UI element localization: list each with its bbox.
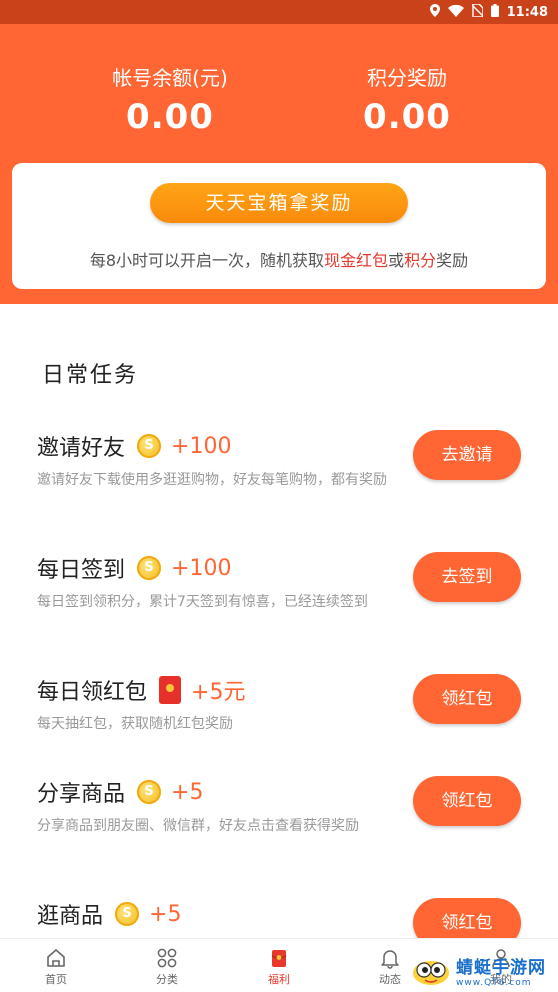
- task-reward: +5: [149, 901, 182, 927]
- invite-button[interactable]: 去邀请: [413, 430, 521, 480]
- coin-icon: S: [137, 780, 162, 804]
- task-reward: +5元: [191, 680, 246, 705]
- task-browse-products: 逛商品 S +5 领红包: [0, 898, 558, 938]
- tab-label: 首页: [45, 973, 67, 986]
- task-description: 分享商品到朋友圈、微信群，好友点击查看获得奖励: [37, 818, 359, 834]
- task-reward: +100: [171, 433, 232, 459]
- watermark-text: 蜻蜓手游网 www.QT6.com: [456, 953, 546, 988]
- watermark-url: www.QT6.com: [456, 977, 532, 988]
- tab-label: 福利: [268, 973, 290, 986]
- claim-red-packet-button[interactable]: 领红包: [413, 674, 521, 724]
- task-title: 每日签到: [37, 558, 126, 583]
- home-icon: [45, 947, 67, 969]
- task-invite-friends: 邀请好友 S +100 邀请好友下载使用多逛逛购物，好友每笔购物，都有奖励 去邀…: [0, 430, 558, 550]
- task-reward: +5: [171, 779, 204, 805]
- checkin-button[interactable]: 去签到: [413, 552, 521, 602]
- task-title: 分享商品: [37, 782, 126, 807]
- balance-label: 帐号余额(元): [112, 66, 228, 90]
- gift-icon: [268, 947, 290, 969]
- tab-category[interactable]: 分类: [132, 939, 202, 992]
- task-title: 邀请好友: [37, 436, 126, 461]
- battery-icon: [490, 4, 499, 20]
- location-icon: [429, 4, 440, 20]
- task-title-row: 每日领红包 +5元: [37, 674, 245, 706]
- red-packet-icon: [159, 676, 182, 704]
- task-title: 逛商品: [37, 904, 104, 929]
- points-value: 0.00: [363, 97, 451, 137]
- task-daily-checkin: 每日签到 S +100 每日签到领积分，累计7天签到有惊喜，已经连续签到 去签到: [0, 552, 558, 672]
- coin-icon: S: [115, 902, 140, 926]
- dragonfly-logo-icon: [410, 953, 452, 987]
- coin-icon: S: [137, 434, 162, 458]
- no-sim-icon: [471, 3, 484, 20]
- task-reward: +100: [171, 555, 232, 581]
- task-title-row: 分享商品 S +5: [37, 776, 203, 808]
- status-bar: 11:48: [0, 0, 558, 24]
- account-balance[interactable]: 帐号余额(元) 0.00: [70, 62, 270, 137]
- task-description: 邀请好友下载使用多逛逛购物，好友每笔购物，都有奖励: [37, 472, 387, 488]
- treasure-chest-button[interactable]: 天天宝箱拿奖励: [150, 183, 408, 223]
- task-description: 每天抽红包，获取随机红包奖励: [37, 716, 233, 732]
- clock: 11:48: [506, 4, 548, 20]
- tab-label: 分类: [156, 973, 178, 986]
- task-share-product: 分享商品 S +5 分享商品到朋友圈、微信群，好友点击查看获得奖励 领红包: [0, 776, 558, 896]
- treasure-chest-card: 天天宝箱拿奖励 每8小时可以开启一次，随机获取现金红包或积分奖励: [12, 163, 546, 289]
- points-label: 积分奖励: [367, 66, 447, 90]
- task-description: 每日签到领积分，累计7天签到有惊喜，已经连续签到: [37, 594, 368, 610]
- points-reward[interactable]: 积分奖励 0.00: [307, 62, 507, 137]
- task-title-row: 逛商品 S +5: [37, 898, 181, 930]
- category-icon: [156, 947, 178, 969]
- task-title-row: 邀请好友 S +100: [37, 430, 231, 462]
- treasure-chest-description: 每8小时可以开启一次，随机获取现金红包或积分奖励: [89, 251, 469, 270]
- bell-icon: [379, 947, 401, 969]
- task-title-row: 每日签到 S +100: [37, 552, 231, 584]
- balance-value: 0.00: [126, 97, 214, 137]
- claim-red-packet-button[interactable]: 领红包: [413, 776, 521, 826]
- claim-red-packet-button[interactable]: 领红包: [413, 898, 521, 938]
- daily-tasks-title: 日常任务: [42, 363, 139, 388]
- watermark-name: 蜻蜓手游网: [456, 957, 546, 978]
- coin-icon: S: [137, 556, 162, 580]
- tab-label: 动态: [379, 973, 401, 986]
- tab-home[interactable]: 首页: [21, 939, 91, 992]
- tab-welfare[interactable]: 福利: [244, 939, 314, 992]
- wifi-icon: [447, 4, 464, 20]
- task-title: 每日领红包: [37, 680, 148, 705]
- site-watermark: 蜻蜓手游网 www.QT6.com: [410, 950, 555, 990]
